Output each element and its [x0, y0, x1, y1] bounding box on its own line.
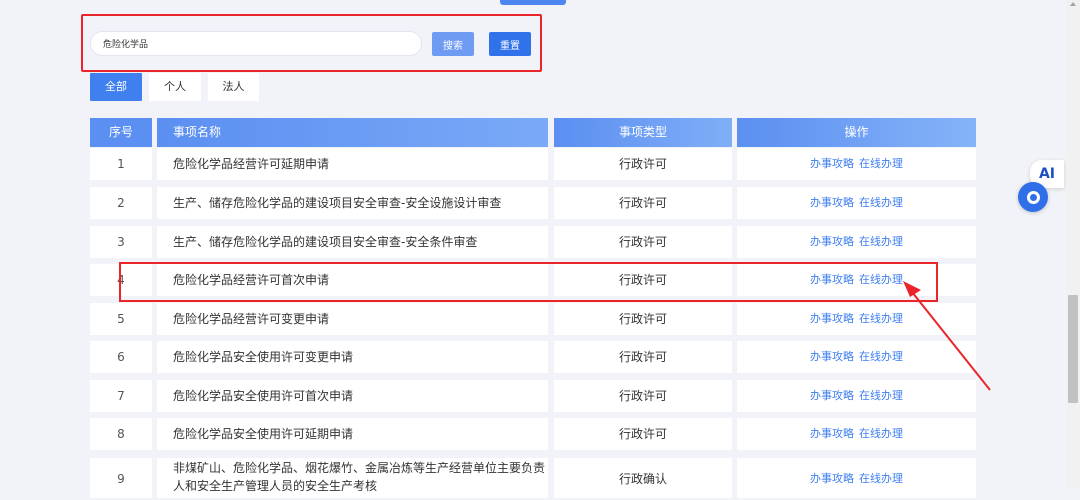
scrollbar-thumb[interactable]: [1068, 295, 1078, 403]
tab-individual[interactable]: 个人: [149, 73, 201, 101]
row-operations: 办事攻略 在线办理: [737, 264, 976, 296]
row-name[interactable]: 生产、储存危险化学品的建设项目安全审查-安全设施设计审查: [157, 187, 548, 219]
row-type: 行政许可: [554, 226, 732, 258]
header-seq: 序号: [90, 118, 152, 147]
search-button[interactable]: 搜索: [432, 32, 474, 56]
row-type: 行政许可: [554, 264, 732, 296]
guide-link[interactable]: 办事攻略: [810, 427, 854, 440]
row-operations: 办事攻略 在线办理: [737, 418, 976, 450]
tab-all[interactable]: 全部: [90, 73, 142, 101]
row-seq: 7: [90, 380, 152, 412]
row-name[interactable]: 危险化学品经营许可变更申请: [157, 303, 548, 335]
row-name[interactable]: 危险化学品经营许可首次申请: [157, 264, 548, 296]
row-type: 行政许可: [554, 341, 732, 373]
search-input[interactable]: [90, 31, 422, 56]
online-apply-link[interactable]: 在线办理: [859, 427, 903, 440]
guide-link[interactable]: 办事攻略: [810, 472, 854, 485]
online-apply-link[interactable]: 在线办理: [859, 350, 903, 363]
row-operations: 办事攻略 在线办理: [737, 341, 976, 373]
online-apply-link[interactable]: 在线办理: [859, 472, 903, 485]
header-name-label: 事项名称: [173, 125, 222, 139]
guide-link[interactable]: 办事攻略: [810, 196, 854, 209]
row-name[interactable]: 危险化学品安全使用许可变更申请: [157, 341, 548, 373]
row-type: 行政许可: [554, 303, 732, 335]
row-operations: 办事攻略 在线办理: [737, 303, 976, 335]
row-name[interactable]: 非煤矿山、危险化学品、烟花爆竹、金属冶炼等生产经营单位主要负责人和安全生产管理人…: [157, 458, 548, 498]
online-apply-link[interactable]: 在线办理: [859, 196, 903, 209]
row-operations: 办事攻略 在线办理: [737, 226, 976, 258]
tab-legal-entity[interactable]: 法人: [208, 73, 259, 101]
row-seq: 1: [90, 148, 152, 180]
online-apply-link[interactable]: 在线办理: [859, 273, 903, 286]
top-tab-indicator[interactable]: [500, 0, 566, 5]
row-name[interactable]: 危险化学品安全使用许可首次申请: [157, 380, 548, 412]
row-name[interactable]: 危险化学品经营许可延期申请: [157, 148, 548, 180]
online-apply-link[interactable]: 在线办理: [859, 312, 903, 325]
row-operations: 办事攻略 在线办理: [737, 148, 976, 180]
scrollbar-track[interactable]: [1066, 0, 1080, 488]
row-seq: 4: [90, 264, 152, 296]
row-type: 行政许可: [554, 187, 732, 219]
chat-icon[interactable]: [1018, 182, 1048, 212]
scroll-up-arrow-icon[interactable]: [1070, 2, 1076, 6]
guide-link[interactable]: 办事攻略: [810, 157, 854, 170]
online-apply-link[interactable]: 在线办理: [859, 235, 903, 248]
header-operation: 操作: [737, 118, 976, 147]
row-seq: 5: [90, 303, 152, 335]
guide-link[interactable]: 办事攻略: [810, 312, 854, 325]
online-apply-link[interactable]: 在线办理: [859, 389, 903, 402]
row-seq: 3: [90, 226, 152, 258]
row-type: 行政许可: [554, 380, 732, 412]
row-operations: 办事攻略 在线办理: [737, 187, 976, 219]
row-seq: 2: [90, 187, 152, 219]
header-type: 事项类型: [554, 118, 732, 147]
row-seq: 8: [90, 418, 152, 450]
row-operations: 办事攻略 在线办理: [737, 380, 976, 412]
row-seq: 9: [90, 458, 152, 498]
reset-button[interactable]: 重置: [489, 32, 531, 56]
row-operations: 办事攻略 在线办理: [737, 458, 976, 498]
row-name[interactable]: 危险化学品安全使用许可延期申请: [157, 418, 548, 450]
row-type: 行政许可: [554, 418, 732, 450]
guide-link[interactable]: 办事攻略: [810, 350, 854, 363]
header-name: 事项名称: [157, 118, 548, 147]
row-type: 行政确认: [554, 458, 732, 498]
guide-link[interactable]: 办事攻略: [810, 389, 854, 402]
ai-assistant-label: AI: [1038, 166, 1056, 182]
online-apply-link[interactable]: 在线办理: [859, 157, 903, 170]
row-type: 行政许可: [554, 148, 732, 180]
guide-link[interactable]: 办事攻略: [810, 235, 854, 248]
row-name[interactable]: 生产、储存危险化学品的建设项目安全审查-安全条件审查: [157, 226, 548, 258]
chat-icon-ring: [1026, 190, 1040, 204]
row-seq: 6: [90, 341, 152, 373]
guide-link[interactable]: 办事攻略: [810, 273, 854, 286]
